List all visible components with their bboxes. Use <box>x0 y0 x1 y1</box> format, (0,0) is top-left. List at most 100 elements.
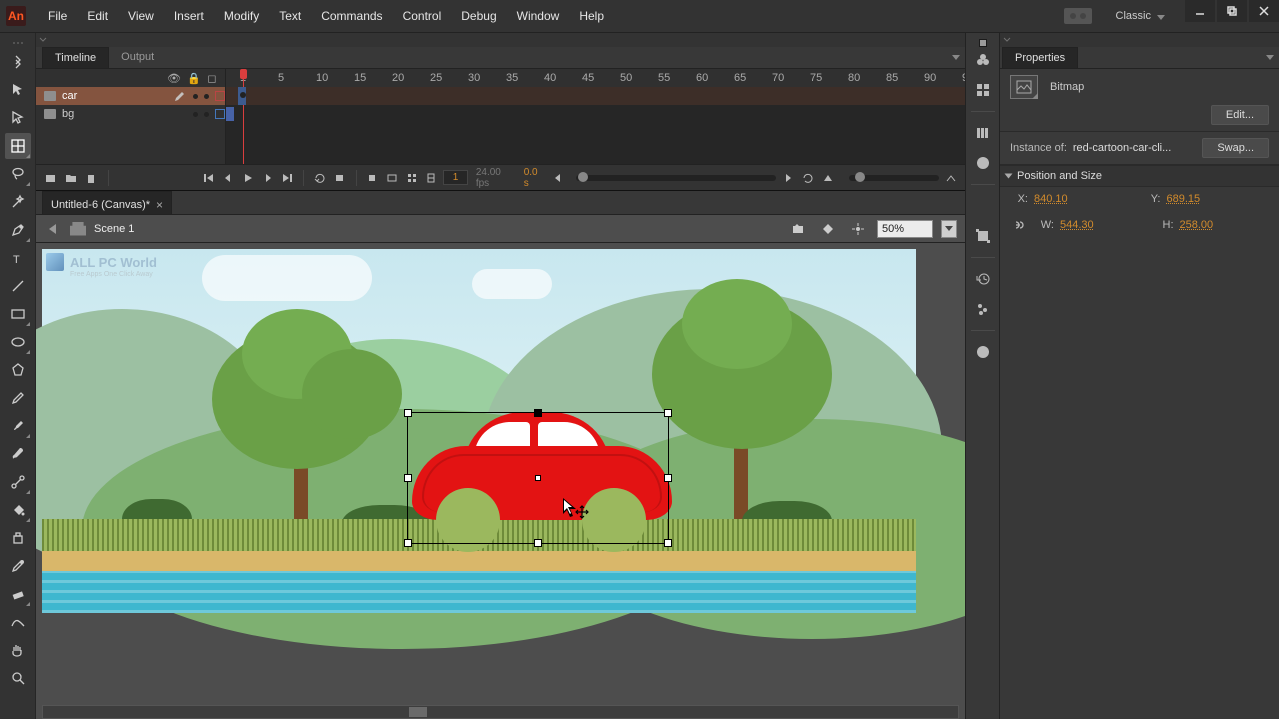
swap-button[interactable]: Swap... <box>1202 138 1269 158</box>
stage-horizontal-scrollbar[interactable] <box>42 705 959 719</box>
history-icon[interactable] <box>970 266 996 292</box>
expand-panels-button[interactable] <box>5 49 31 75</box>
subselection-tool[interactable] <box>5 105 31 131</box>
keyframe-icon[interactable] <box>226 107 234 121</box>
zoom-max-button[interactable] <box>943 169 959 187</box>
frame-row-car[interactable] <box>226 87 965 105</box>
edit-scene-button[interactable] <box>787 219 809 239</box>
layer-visible-toggle[interactable] <box>193 94 198 99</box>
zoom-tool[interactable] <box>5 665 31 691</box>
free-transform-tool[interactable] <box>5 133 31 159</box>
layer-row-car[interactable]: car <box>36 87 225 105</box>
y-field[interactable]: 689.15 <box>1167 193 1219 205</box>
menu-help[interactable]: Help <box>569 9 614 23</box>
resize-handle[interactable] <box>664 474 672 482</box>
resize-handle[interactable] <box>404 539 412 547</box>
timeline-scrollbar[interactable] <box>576 175 776 181</box>
resize-handle[interactable] <box>404 409 412 417</box>
resize-handle[interactable] <box>534 409 542 417</box>
layer-outline-toggle[interactable] <box>215 91 225 101</box>
workspace-switcher[interactable]: Classic <box>1108 10 1171 22</box>
loop-playback-button[interactable] <box>800 169 816 187</box>
cloud-sync-icon[interactable] <box>1064 8 1092 24</box>
scroll-right-button[interactable] <box>780 169 796 187</box>
eyedropper-tool[interactable] <box>5 553 31 579</box>
stage[interactable]: ALL PC World Free Apps One Click Away <box>42 249 916 613</box>
polystar-tool[interactable] <box>5 357 31 383</box>
goto-last-frame-button[interactable] <box>280 169 296 187</box>
edit-symbols-button[interactable] <box>817 219 839 239</box>
menu-debug[interactable]: Debug <box>451 9 506 23</box>
x-field[interactable]: 840.10 <box>1034 193 1086 205</box>
tab-timeline[interactable]: Timeline <box>42 47 109 68</box>
frame-area[interactable]: 15101520253035404550556065707580859095 <box>226 69 965 164</box>
visibility-column-icon[interactable]: 👁 <box>167 72 177 85</box>
selection-tool[interactable] <box>5 77 31 103</box>
layer-outline-toggle[interactable] <box>215 109 225 119</box>
menu-modify[interactable]: Modify <box>214 9 269 23</box>
menu-insert[interactable]: Insert <box>164 9 214 23</box>
swatches-icon[interactable] <box>970 47 996 73</box>
pen-tool[interactable] <box>5 217 31 243</box>
edit-button[interactable]: Edit... <box>1211 105 1269 125</box>
menu-file[interactable]: File <box>38 9 77 23</box>
window-minimize-button[interactable] <box>1185 0 1215 22</box>
keyframe-icon[interactable] <box>240 92 246 98</box>
modify-markers-button[interactable] <box>424 169 440 187</box>
hidden-panel-reveal[interactable] <box>36 33 965 47</box>
loop-button[interactable] <box>312 169 328 187</box>
tab-properties[interactable]: Properties <box>1002 47 1078 68</box>
goto-first-frame-button[interactable] <box>201 169 217 187</box>
scroll-left-button[interactable] <box>551 169 567 187</box>
dock-handle[interactable] <box>979 39 987 47</box>
link-wh-toggle-icon[interactable] <box>1010 217 1026 233</box>
layer-visible-toggle[interactable] <box>193 112 198 117</box>
paint-bucket-tool[interactable] <box>5 497 31 523</box>
document-tab-close[interactable]: × <box>156 198 163 212</box>
frame-row-bg[interactable] <box>226 105 965 123</box>
info-icon[interactable] <box>970 150 996 176</box>
eraser-tool[interactable] <box>5 581 31 607</box>
edit-multiple-frames-button[interactable] <box>404 169 420 187</box>
center-stage-button[interactable] <box>847 219 869 239</box>
step-forward-button[interactable] <box>260 169 276 187</box>
oval-tool[interactable] <box>5 329 31 355</box>
color-icon[interactable] <box>970 77 996 103</box>
menu-control[interactable]: Control <box>393 9 452 23</box>
menu-commands[interactable]: Commands <box>311 9 392 23</box>
transform-center-icon[interactable] <box>535 475 541 481</box>
resize-handle[interactable] <box>534 539 542 547</box>
text-tool[interactable]: T <box>5 245 31 271</box>
step-back-button[interactable] <box>221 169 237 187</box>
lasso-tool[interactable] <box>5 161 31 187</box>
bone-tool[interactable] <box>5 469 31 495</box>
delete-layer-button[interactable] <box>82 169 100 187</box>
onion-skin-button[interactable] <box>332 169 348 187</box>
paint-brush-tool[interactable] <box>5 441 31 467</box>
menu-edit[interactable]: Edit <box>77 9 118 23</box>
current-frame-field[interactable]: 1 <box>443 170 468 185</box>
layer-row-bg[interactable]: bg <box>36 105 225 123</box>
lock-column-icon[interactable]: 🔒 <box>187 72 197 85</box>
zoom-reset-button[interactable] <box>820 169 836 187</box>
align-icon[interactable] <box>970 193 996 219</box>
fps-display[interactable]: 24.00 fps <box>472 167 516 189</box>
cc-libraries-icon[interactable] <box>970 339 996 365</box>
brush-tool[interactable] <box>5 413 31 439</box>
frame-ruler[interactable]: 15101520253035404550556065707580859095 <box>226 69 965 87</box>
hand-tool[interactable] <box>5 637 31 663</box>
window-maximize-button[interactable] <box>1217 0 1247 22</box>
magic-wand-tool[interactable] <box>5 189 31 215</box>
resize-handle[interactable] <box>404 474 412 482</box>
hidden-panel-reveal[interactable] <box>1000 33 1279 47</box>
layer-lock-toggle[interactable] <box>204 112 209 117</box>
layer-lock-toggle[interactable] <box>204 94 209 99</box>
scene-name[interactable]: Scene 1 <box>94 223 134 235</box>
zoom-input[interactable] <box>877 220 933 238</box>
play-button[interactable] <box>240 169 256 187</box>
center-frame-button[interactable] <box>364 169 380 187</box>
selection-bounding-box[interactable] <box>407 412 669 544</box>
outline-column-icon[interactable]: ◻ <box>207 72 217 85</box>
pencil-tool[interactable] <box>5 385 31 411</box>
width-tool[interactable] <box>5 609 31 635</box>
